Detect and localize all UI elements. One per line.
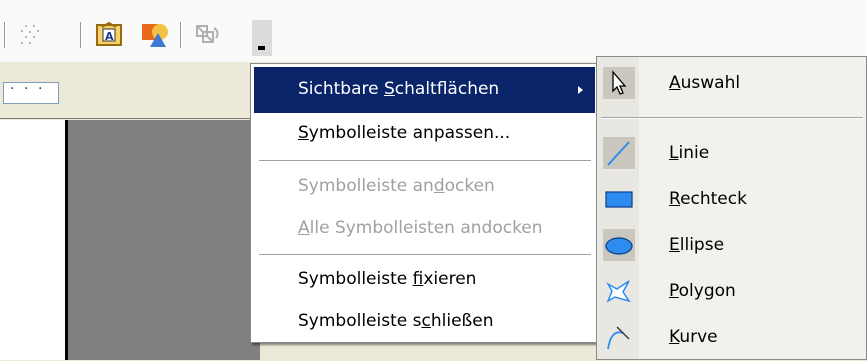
submenu-arrow-icon xyxy=(578,86,583,94)
menu-item-label: Symbolleiste andocken xyxy=(298,176,495,196)
submenu-separator xyxy=(601,117,863,119)
visible-buttons-submenu: Auswahl Linie Rechteck Ellipse Polygon K… xyxy=(596,56,867,360)
ruler-area: · · · xyxy=(0,62,260,122)
menu-item-label: Sichtbare Schaltflächen xyxy=(298,79,500,99)
menu-item-customize-toolbar[interactable]: Symbolleiste anpassen... xyxy=(254,111,595,157)
submenu-item-line[interactable]: Linie xyxy=(597,131,867,177)
submenu-item-label: Polygon xyxy=(669,281,736,301)
submenu-item-label: Linie xyxy=(669,143,710,163)
toolbar-separator xyxy=(80,22,81,48)
menu-item-label: Symbolleiste anpassen... xyxy=(298,123,511,143)
menu-item-dock-toolbar: Symbolleiste andocken xyxy=(254,164,595,210)
toolbar-separator xyxy=(4,22,5,48)
menu-item-label: Symbolleiste schließen xyxy=(298,311,494,331)
toolbar-options-chevron-icon[interactable] xyxy=(252,20,272,56)
cursor-arrow-icon xyxy=(603,67,635,99)
submenu-item-ellipse[interactable]: Ellipse xyxy=(597,223,867,269)
toolbar-separator xyxy=(180,22,181,48)
menu-item-lock-toolbar[interactable]: Symbolleiste fixieren xyxy=(254,257,595,303)
points-icon[interactable] xyxy=(16,20,46,50)
menu-item-visible-buttons[interactable]: Sichtbare Schaltflächen xyxy=(254,67,595,113)
menu-item-label: Alle Symbolleisten andocken xyxy=(298,218,543,238)
curve-icon xyxy=(603,321,635,353)
menu-item-close-toolbar[interactable]: Symbolleiste schließen xyxy=(254,299,595,345)
line-icon xyxy=(603,137,635,169)
submenu-item-polygon[interactable]: Polygon xyxy=(597,269,867,315)
drawing-toolbar: A xyxy=(0,0,867,62)
polygon-icon xyxy=(603,275,635,307)
submenu-item-curve[interactable]: Kurve xyxy=(597,315,867,361)
submenu-item-label: Rechteck xyxy=(669,189,747,209)
document-background xyxy=(68,120,260,360)
menu-item-dock-all-toolbars: Alle Symbolleisten andocken xyxy=(254,206,595,252)
submenu-item-label: Auswahl xyxy=(669,73,741,93)
menu-item-label: Symbolleiste fixieren xyxy=(298,269,477,289)
ruler-field: · · · xyxy=(3,81,59,104)
toolbar-context-menu: Sichtbare Schaltflächen Symbolleiste anp… xyxy=(250,63,599,343)
menu-separator xyxy=(259,160,591,162)
menu-separator xyxy=(259,254,591,256)
extrusion-icon[interactable] xyxy=(194,20,224,50)
divider xyxy=(0,118,260,119)
submenu-item-label: Ellipse xyxy=(669,235,725,255)
submenu-item-selection[interactable]: Auswahl xyxy=(597,61,867,107)
fontwork-gallery-icon[interactable]: A xyxy=(94,20,124,50)
submenu-item-rectangle[interactable]: Rechteck xyxy=(597,177,867,223)
submenu-item-label: Kurve xyxy=(669,327,718,347)
document-page xyxy=(0,120,65,360)
rectangle-icon xyxy=(603,183,635,215)
svg-text:A: A xyxy=(105,30,114,43)
ellipse-icon xyxy=(603,229,635,261)
shapes-icon[interactable] xyxy=(140,20,170,50)
